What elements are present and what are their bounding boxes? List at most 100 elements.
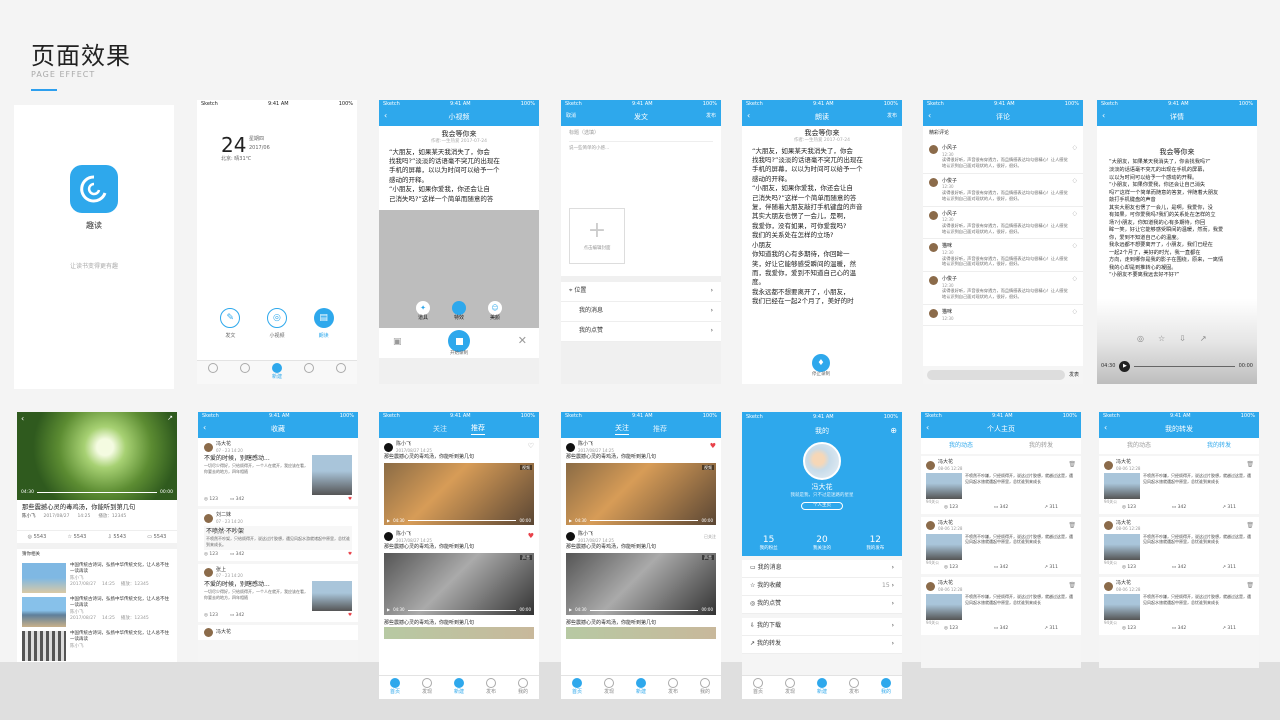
- row-shares[interactable]: ↗ 我的转发 ›: [742, 636, 902, 654]
- tab-follow[interactable]: 关注: [615, 424, 629, 435]
- feed-post[interactable]: 那些震撼心灵的毒鸡汤，你能听到第几句: [379, 618, 539, 641]
- tab-me[interactable]: 我的: [880, 678, 891, 699]
- close-icon[interactable]: ✕: [518, 334, 527, 349]
- heart-icon[interactable]: ♥: [710, 442, 716, 451]
- tab-home[interactable]: 首页: [389, 678, 400, 699]
- back-icon[interactable]: ‹: [747, 111, 750, 122]
- feed-post[interactable]: 那些震撼心灵的毒鸡汤，你能听到第几句: [561, 618, 721, 641]
- heart-icon[interactable]: ♥: [348, 552, 352, 558]
- heart-icon[interactable]: ♡: [528, 442, 534, 451]
- like-icon[interactable]: ◌: [1073, 178, 1077, 202]
- camera-switch-icon[interactable]: ▣: [393, 336, 402, 348]
- tab-me[interactable]: 我的: [517, 678, 528, 699]
- tab-activity[interactable]: 我的动态: [949, 442, 973, 450]
- tab-publish[interactable]: 发布: [848, 678, 859, 699]
- post-card[interactable]: 冯大花 08-06 12:28 🗑 不喷然不吵嫌，只经烦得开，说这过片胶想，就越过这是…: [921, 456, 1081, 514]
- avatar[interactable]: [803, 442, 841, 481]
- favorite-item[interactable]: 刘二妹 07 · 23 14:20 不喷然·不吵架 不喷然不吵架，只给烦得开，说这过…: [198, 509, 358, 561]
- post-card[interactable]: 冯大花 08-06 12:28 🗑 不喷然不吵嫌，只经烦得开，说这过片胶想，就越过这是…: [1099, 456, 1259, 514]
- video-thumb[interactable]: 声音 ▶ 04:30 00:00: [384, 552, 534, 615]
- likes-row[interactable]: 我的点赞 ›: [561, 322, 721, 342]
- comment-input[interactable]: [927, 370, 1065, 380]
- video-thumb[interactable]: 视频 ▶ 04:30 00:00: [566, 462, 716, 525]
- followed-badge[interactable]: 已关注: [704, 534, 716, 539]
- related-item[interactable]: 中国传统古诗词，弘扬中华传统文化，让人总不住一读再读 陈小飞 2017/08/27 1…: [17, 561, 177, 595]
- tab-discover[interactable]: 发现: [784, 678, 795, 699]
- related-item[interactable]: 中国传统古诗词，弘扬中华传统文化，让人总不住一读再读 陈小飞: [17, 629, 177, 662]
- back-icon[interactable]: ‹: [1102, 111, 1105, 122]
- progress-track[interactable]: [1134, 366, 1235, 367]
- delete-icon[interactable]: 🗑: [1246, 522, 1254, 530]
- related-item[interactable]: 中国传统古诗词，弘扬中华传统文化，让人总不住一读再读 陈小飞 2017/08/27 1…: [17, 595, 177, 629]
- title-input[interactable]: 标题（选填）: [569, 130, 713, 142]
- row-messages[interactable]: ▭ 我的消息 ›: [742, 560, 902, 578]
- tab-activity[interactable]: 我的动态: [1127, 442, 1151, 450]
- delete-icon[interactable]: 🗑: [1068, 582, 1076, 590]
- delete-icon[interactable]: 🗑: [1068, 522, 1076, 530]
- tab-home[interactable]: 首页: [571, 678, 582, 699]
- tab-recommend[interactable]: 推荐: [653, 425, 667, 434]
- tab-create[interactable]: 新建: [271, 363, 282, 384]
- back-icon[interactable]: ‹: [21, 414, 24, 425]
- tab-item[interactable]: [239, 363, 250, 384]
- like-icon[interactable]: ◌: [1073, 145, 1077, 169]
- comment-stat[interactable]: ◎ 5543: [28, 534, 47, 541]
- like-icon[interactable]: ◌: [1073, 211, 1077, 235]
- tab-create[interactable]: 新建: [816, 678, 827, 699]
- cover-picker[interactable]: + 点击编辑封面: [569, 208, 625, 264]
- delete-icon[interactable]: 🗑: [1068, 461, 1076, 469]
- tab-me[interactable]: 我的: [699, 678, 710, 699]
- delete-icon[interactable]: 🗑: [1246, 461, 1254, 469]
- stat-posts[interactable]: 12 我的发布: [866, 534, 884, 552]
- messages-row[interactable]: 我的消息 ›: [561, 302, 721, 322]
- comment-icon[interactable]: ◎: [1137, 334, 1144, 345]
- tab-publish[interactable]: 发布: [485, 678, 496, 699]
- action-post[interactable]: ✎ 发文: [220, 308, 241, 340]
- favorite-item[interactable]: 张上 07 · 23 14:20 不爱的时候，别瞎感动... 一切尽少得好，只给烦得…: [198, 563, 358, 622]
- heart-icon[interactable]: ♥: [348, 497, 352, 503]
- tab-shares[interactable]: 我的转发: [1207, 442, 1231, 450]
- delete-icon[interactable]: 🗑: [1246, 582, 1254, 590]
- cancel-button[interactable]: 取消: [566, 113, 576, 120]
- feed-post[interactable]: 陈小飞 2017/08/27 14:25 ♥ 那些震撼心灵的毒鸡汤，你能听到第几句 …: [379, 528, 539, 618]
- tab-home[interactable]: 首页: [752, 678, 763, 699]
- stop-record-button[interactable]: ♦ 停止录制: [812, 353, 830, 378]
- tab-item[interactable]: [207, 363, 218, 384]
- row-likes[interactable]: ◎ 我的点赞 ›: [742, 596, 902, 614]
- tab-discover[interactable]: 发现: [603, 678, 614, 699]
- tool-beauty[interactable]: ☺ 美颜: [488, 301, 502, 322]
- tab-publish[interactable]: 发布: [667, 678, 678, 699]
- like-icon[interactable]: ◌: [1073, 309, 1077, 321]
- tab-recommend[interactable]: 推荐: [471, 424, 485, 435]
- tab-item[interactable]: [335, 363, 346, 384]
- back-icon[interactable]: ‹: [384, 111, 387, 122]
- stat-fans[interactable]: 15 我的粉丝: [760, 534, 778, 552]
- stat-following[interactable]: 20 我关注的: [813, 534, 831, 552]
- post-card[interactable]: 冯大花 08-06 12:28 🗑 不喷然不吵嫌，只经烦得开，说这过片胶想，就越过这是…: [921, 577, 1081, 635]
- back-icon[interactable]: ‹: [926, 423, 929, 434]
- post-card[interactable]: 冯大花 08-06 12:28 🗑 不喷然不吵嫌，只经烦得开，说这过片胶想，就越过这是…: [921, 516, 1081, 575]
- share-icon[interactable]: ↗: [1200, 334, 1207, 345]
- publish-button[interactable]: 发布: [887, 113, 897, 120]
- add-icon[interactable]: ⊕: [890, 426, 897, 437]
- tab-follow[interactable]: 关注: [433, 425, 447, 434]
- like-icon[interactable]: ◌: [1073, 276, 1077, 300]
- send-button[interactable]: 发表: [1069, 372, 1079, 379]
- body-input[interactable]: 说一些简单的小感...: [569, 146, 713, 152]
- feed-post[interactable]: 陈小飞 2017/08/27 14:25 ♥ 那些震撼心灵的毒鸡汤，你能听到第几句 …: [561, 438, 721, 528]
- tab-shares[interactable]: 我的转发: [1029, 442, 1053, 450]
- download-stat[interactable]: ⇩ 5543: [108, 534, 127, 541]
- back-icon[interactable]: ‹: [928, 111, 931, 122]
- tab-discover[interactable]: 发现: [421, 678, 432, 699]
- heart-icon[interactable]: ♥: [348, 613, 352, 619]
- location-row[interactable]: ⌖ 位置 ›: [561, 282, 721, 302]
- post-card[interactable]: 冯大花 08-06 12:28 🗑 不喷然不吵嫌，只经烦得开，说这过片胶想，就越过这是…: [1099, 577, 1259, 635]
- play-button[interactable]: ▶: [1119, 361, 1131, 372]
- like-icon[interactable]: ◌: [1073, 243, 1077, 267]
- tab-create[interactable]: 新建: [635, 678, 646, 699]
- favorite-item[interactable]: 冯大花 07 · 23 14:20 不爱的时候，别瞎感动... 一切尽少得好，只给烦…: [198, 438, 358, 507]
- star-icon[interactable]: ☆: [1158, 334, 1165, 345]
- feed-post[interactable]: 陈小飞 2017/08/27 14:25 已关注 那些震撼心灵的毒鸡汤，你能听到第几…: [561, 528, 721, 618]
- heart-icon[interactable]: ♥: [528, 532, 534, 541]
- action-video[interactable]: ◎ 小视频: [266, 308, 287, 340]
